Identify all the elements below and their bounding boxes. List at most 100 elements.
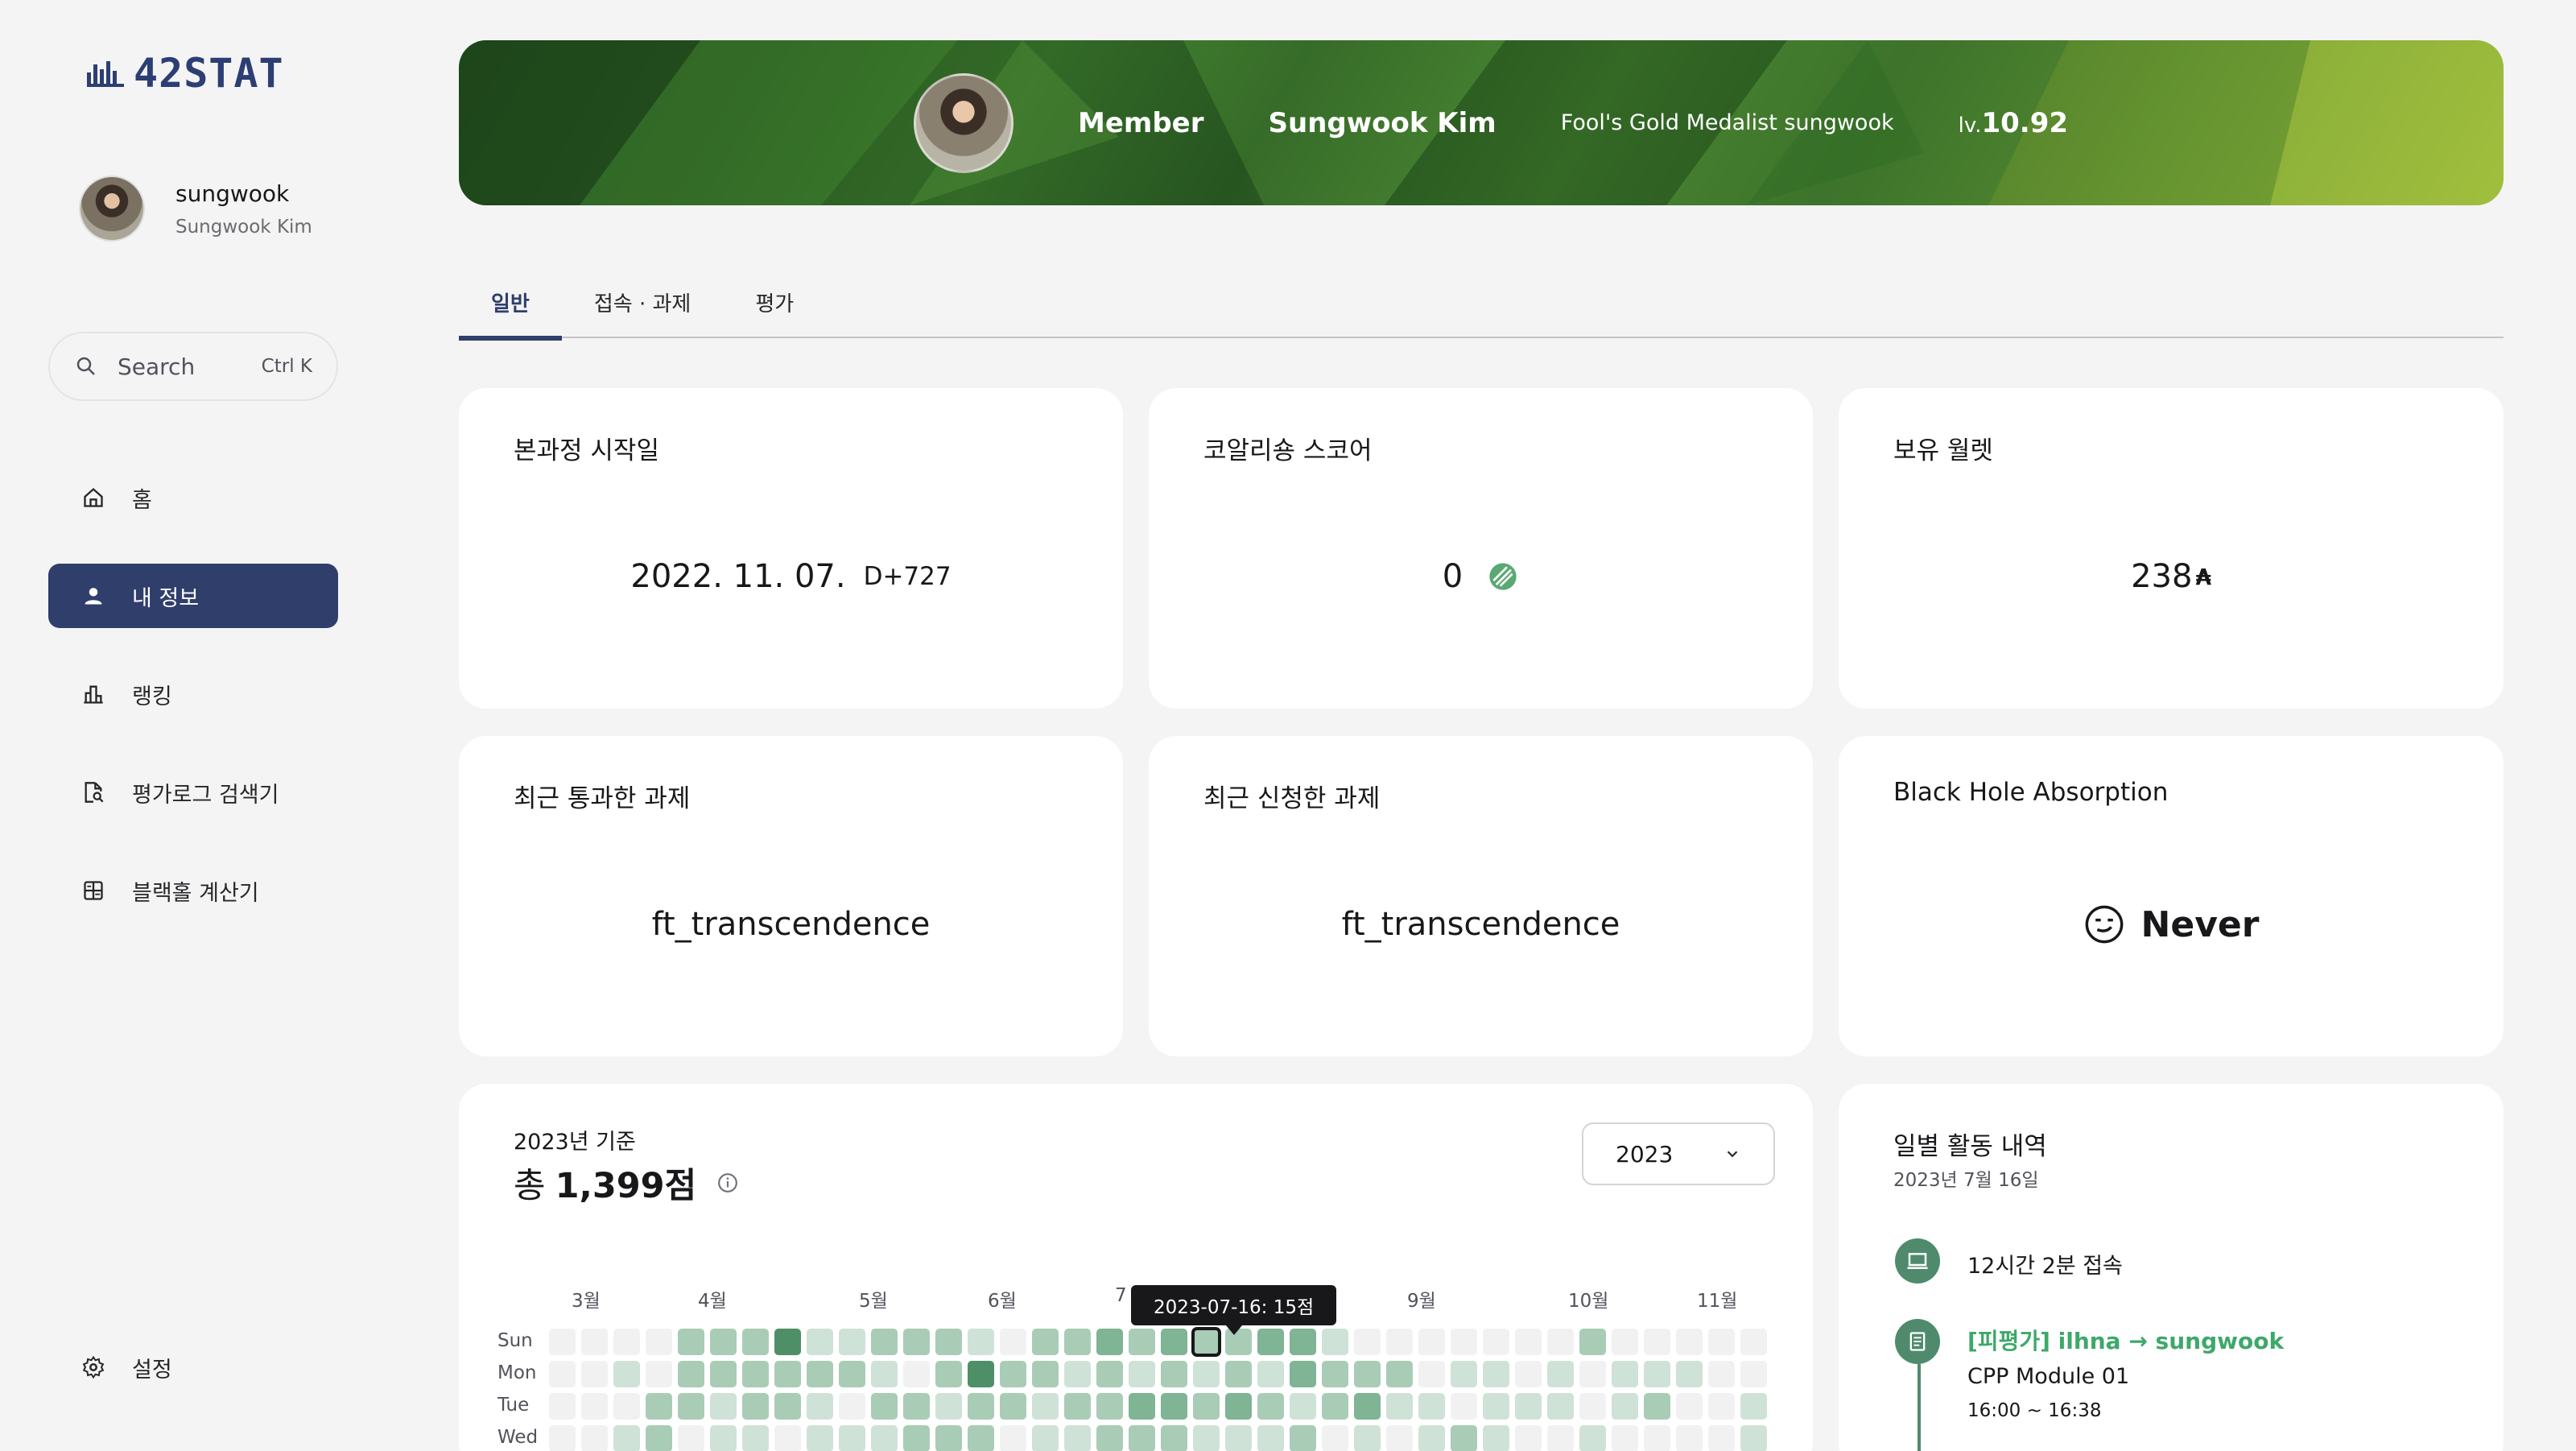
heatmap-cell[interactable] xyxy=(646,1329,672,1355)
heatmap-cell[interactable] xyxy=(1644,1393,1670,1420)
heatmap-cell[interactable] xyxy=(1290,1393,1316,1420)
heatmap-cell[interactable] xyxy=(1579,1329,1606,1355)
heatmap-cell[interactable] xyxy=(710,1329,737,1355)
sidebar-item-blackhole-calculator[interactable]: 블랙홀 계산기 xyxy=(48,858,338,923)
heatmap-cell[interactable] xyxy=(807,1425,833,1451)
heatmap-cell[interactable] xyxy=(1547,1393,1574,1420)
heatmap-cell[interactable] xyxy=(1129,1425,1155,1451)
heatmap-cell[interactable] xyxy=(1644,1361,1670,1387)
heatmap-cell[interactable] xyxy=(1193,1425,1220,1451)
heatmap-cell[interactable] xyxy=(1612,1393,1638,1420)
heatmap-cell[interactable] xyxy=(1225,1361,1252,1387)
heatmap-cell[interactable] xyxy=(774,1329,801,1355)
heatmap-cell[interactable] xyxy=(1386,1425,1413,1451)
heatmap-cell[interactable] xyxy=(549,1329,576,1355)
heatmap-cell[interactable] xyxy=(678,1329,704,1355)
heatmap-cell[interactable] xyxy=(1096,1329,1123,1355)
heatmap-cell[interactable] xyxy=(1483,1425,1509,1451)
heatmap-cell[interactable] xyxy=(1612,1425,1638,1451)
heatmap-cell[interactable] xyxy=(1740,1329,1767,1355)
year-select[interactable]: 2023 xyxy=(1582,1122,1775,1185)
heatmap-cell[interactable] xyxy=(807,1393,833,1420)
heatmap-cell[interactable] xyxy=(903,1393,930,1420)
heatmap-cell[interactable] xyxy=(613,1329,640,1355)
heatmap-cell[interactable] xyxy=(1064,1329,1091,1355)
heatmap-cell[interactable] xyxy=(1740,1425,1767,1451)
heatmap-cell[interactable] xyxy=(1418,1361,1445,1387)
heatmap-cell[interactable] xyxy=(839,1361,865,1387)
heatmap-cell[interactable] xyxy=(935,1393,962,1420)
heatmap-cell[interactable] xyxy=(903,1361,930,1387)
heatmap-cell[interactable] xyxy=(1740,1393,1767,1420)
heatmap-cell[interactable] xyxy=(1451,1329,1477,1355)
heatmap-cell[interactable] xyxy=(678,1361,704,1387)
heatmap-cell[interactable] xyxy=(1032,1393,1059,1420)
heatmap-cell[interactable] xyxy=(968,1393,994,1420)
user-profile[interactable]: sungwook Sungwook Kim xyxy=(79,176,312,242)
heatmap-cell[interactable] xyxy=(1193,1393,1220,1420)
heatmap-cell[interactable] xyxy=(1290,1425,1316,1451)
sidebar-item-home[interactable]: 홈 xyxy=(48,465,338,530)
heatmap-cell[interactable] xyxy=(1225,1425,1252,1451)
heatmap-cell[interactable] xyxy=(774,1393,801,1420)
heatmap-cell[interactable] xyxy=(1322,1393,1348,1420)
heatmap-cell[interactable] xyxy=(1161,1425,1187,1451)
heatmap-cell[interactable] xyxy=(1483,1329,1509,1355)
heatmap-cell[interactable] xyxy=(1547,1425,1574,1451)
heatmap-cell[interactable] xyxy=(839,1393,865,1420)
heatmap-cell[interactable] xyxy=(1708,1329,1735,1355)
heatmap-cell[interactable] xyxy=(807,1361,833,1387)
heatmap-cell[interactable] xyxy=(1064,1425,1091,1451)
heatmap-cell[interactable] xyxy=(1515,1425,1542,1451)
heatmap-cell[interactable] xyxy=(1418,1425,1445,1451)
heatmap-cell[interactable] xyxy=(1225,1393,1252,1420)
info-icon[interactable] xyxy=(717,1172,738,1193)
logo[interactable]: 42STAT xyxy=(87,50,284,97)
heatmap-cell[interactable] xyxy=(1354,1393,1381,1420)
heatmap-cell[interactable] xyxy=(1290,1361,1316,1387)
tab-general[interactable]: 일반 xyxy=(459,266,562,341)
eval-link[interactable]: [피평가] ilhna → sungwook xyxy=(1967,1324,2284,1356)
heatmap-cell[interactable] xyxy=(1418,1329,1445,1355)
heatmap-cell[interactable] xyxy=(968,1329,994,1355)
heatmap-cell[interactable] xyxy=(646,1393,672,1420)
heatmap-cell[interactable] xyxy=(1386,1393,1413,1420)
heatmap-cell[interactable] xyxy=(742,1361,769,1387)
heatmap-cell[interactable] xyxy=(968,1361,994,1387)
heatmap-cell[interactable] xyxy=(1000,1393,1026,1420)
heatmap-cell[interactable] xyxy=(710,1393,737,1420)
heatmap-cell[interactable] xyxy=(871,1425,898,1451)
heatmap-cell[interactable] xyxy=(1161,1393,1187,1420)
heatmap-cell[interactable] xyxy=(1032,1361,1059,1387)
heatmap-cell[interactable] xyxy=(935,1361,962,1387)
heatmap-cell[interactable] xyxy=(1676,1361,1703,1387)
heatmap-cell[interactable] xyxy=(1032,1425,1059,1451)
heatmap-cell[interactable] xyxy=(774,1361,801,1387)
heatmap-cell[interactable] xyxy=(1676,1425,1703,1451)
heatmap-cell[interactable] xyxy=(1386,1329,1413,1355)
tab-access-projects[interactable]: 접속 · 과제 xyxy=(562,266,723,338)
heatmap-cell[interactable] xyxy=(1032,1329,1059,1355)
sidebar-item-ranking[interactable]: 랭킹 xyxy=(48,662,338,726)
heatmap-cell[interactable] xyxy=(1257,1425,1284,1451)
heatmap-cell[interactable] xyxy=(1064,1393,1091,1420)
heatmap-cell[interactable] xyxy=(1000,1425,1026,1451)
heatmap-cell[interactable] xyxy=(678,1393,704,1420)
heatmap-cell[interactable] xyxy=(1740,1361,1767,1387)
heatmap-cell[interactable] xyxy=(1000,1329,1026,1355)
heatmap-cell[interactable] xyxy=(549,1425,576,1451)
heatmap-cell[interactable] xyxy=(807,1329,833,1355)
heatmap-cell[interactable] xyxy=(903,1329,930,1355)
heatmap-cell[interactable] xyxy=(1579,1425,1606,1451)
heatmap-cell[interactable] xyxy=(935,1425,962,1451)
heatmap-cell[interactable] xyxy=(1547,1329,1574,1355)
sidebar-item-my-info[interactable]: 내 정보 xyxy=(48,564,338,628)
heatmap-cell[interactable] xyxy=(1612,1329,1638,1355)
heatmap-cell[interactable] xyxy=(1161,1361,1187,1387)
heatmap-cell[interactable] xyxy=(1129,1361,1155,1387)
heatmap-cell[interactable] xyxy=(613,1361,640,1387)
tab-evaluation[interactable]: 평가 xyxy=(723,266,826,338)
heatmap-cell[interactable] xyxy=(710,1425,737,1451)
heatmap-cell[interactable] xyxy=(1451,1393,1477,1420)
heatmap-cell[interactable] xyxy=(1451,1361,1477,1387)
